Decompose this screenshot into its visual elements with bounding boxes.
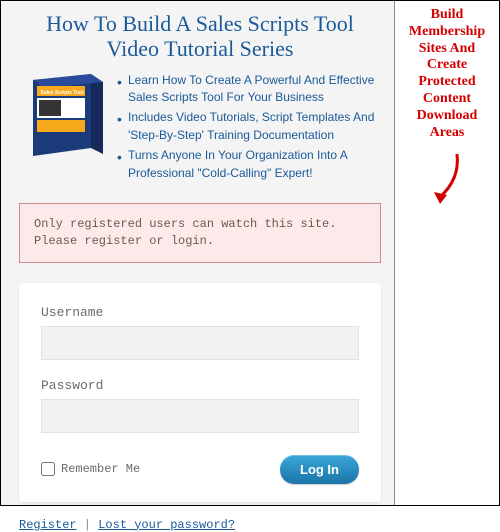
password-input[interactable] xyxy=(41,399,359,433)
login-form: Username Password Remember Me Log In xyxy=(19,283,381,502)
link-separator: | xyxy=(77,518,99,532)
alert-message: Only registered users can watch this sit… xyxy=(34,217,336,248)
username-label: Username xyxy=(41,305,359,320)
membership-login-panel: How To Build A Sales Scripts Tool Video … xyxy=(1,1,394,505)
product-box-image: Sales Scripts Tool xyxy=(19,72,105,164)
annotation-text: Build Membership Sites And Create Protec… xyxy=(399,7,495,141)
annotation-line: Protected Content xyxy=(418,74,475,106)
feature-list: Learn How To Create A Powerful And Effec… xyxy=(115,72,381,185)
remember-label: Remember Me xyxy=(61,462,140,476)
annotation-line: Sites And Create xyxy=(419,41,475,73)
remember-checkbox[interactable] xyxy=(41,462,55,476)
remember-me[interactable]: Remember Me xyxy=(41,462,140,476)
hero-row: Sales Scripts Tool Learn How To Create A… xyxy=(19,72,381,185)
page-title: How To Build A Sales Scripts Tool Video … xyxy=(19,11,381,62)
access-alert: Only registered users can watch this sit… xyxy=(19,203,381,263)
annotation-panel: Build Membership Sites And Create Protec… xyxy=(394,1,499,505)
annotation-line: Build Membership xyxy=(409,7,485,39)
title-line-2: Video Tutorial Series xyxy=(107,36,294,61)
title-line-1: How To Build A Sales Scripts Tool xyxy=(46,11,354,36)
username-input[interactable] xyxy=(41,326,359,360)
password-label: Password xyxy=(41,378,359,393)
login-actions-row: Remember Me Log In xyxy=(41,455,359,484)
feature-item: Turns Anyone In Your Organization Into A… xyxy=(115,147,381,182)
feature-item: Includes Video Tutorials, Script Templat… xyxy=(115,109,381,144)
feature-item: Learn How To Create A Powerful And Effec… xyxy=(115,72,381,107)
auth-links: Register | Lost your password? xyxy=(19,518,381,532)
login-button[interactable]: Log In xyxy=(280,455,359,484)
arrow-icon xyxy=(399,149,495,214)
lost-password-link[interactable]: Lost your password? xyxy=(98,518,235,532)
annotation-line: Download Areas xyxy=(417,108,478,140)
svg-text:Sales Scripts Tool: Sales Scripts Tool xyxy=(41,90,85,96)
register-link[interactable]: Register xyxy=(19,518,77,532)
